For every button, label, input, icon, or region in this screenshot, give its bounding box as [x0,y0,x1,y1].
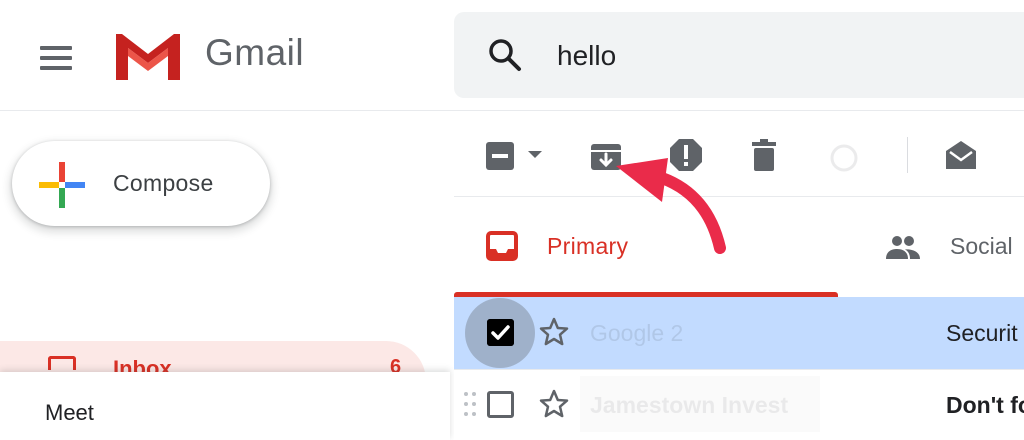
compose-label: Compose [113,170,214,196]
star-icon[interactable] [538,388,570,420]
archive-icon[interactable] [588,138,624,174]
app-name: Gmail [205,32,305,73]
search-bar[interactable] [454,12,1024,98]
trash-icon[interactable] [746,137,782,173]
star-icon[interactable] [538,316,570,348]
menu-bar [40,46,72,50]
mark-as-read-icon[interactable] [943,137,979,173]
inbox-icon [48,356,76,370]
email-sender: Jamestown Invest [590,392,789,418]
snooze-icon[interactable] [826,140,862,176]
tab-social[interactable]: Social [950,233,1013,260]
compose-plus-icon [39,162,85,208]
row-checkbox[interactable] [487,391,514,418]
select-all-checkbox[interactable] [486,142,514,170]
tab-primary[interactable]: Primary [547,233,628,260]
email-subject: Securit [946,320,1018,346]
menu-bar [40,66,72,70]
search-input[interactable]: hello [557,40,616,72]
search-icon[interactable] [487,37,523,73]
drag-handle-icon[interactable] [463,391,477,418]
menu-bar [40,56,72,60]
people-icon [886,236,920,259]
gmail-logo-icon[interactable] [112,30,184,82]
toolbar-divider [454,196,1024,197]
meet-heading[interactable]: Meet [45,400,94,426]
report-spam-icon[interactable] [668,137,704,173]
inbox-icon [486,231,518,261]
header-divider [0,110,1024,111]
main-menu-button[interactable] [40,38,84,78]
select-dropdown-caret-icon[interactable] [528,151,542,158]
toolbar-separator [907,137,908,173]
email-sender: Google 2 [590,320,684,346]
row-checkbox-checked[interactable] [487,319,514,346]
email-subject: Don't fo [946,392,1024,418]
